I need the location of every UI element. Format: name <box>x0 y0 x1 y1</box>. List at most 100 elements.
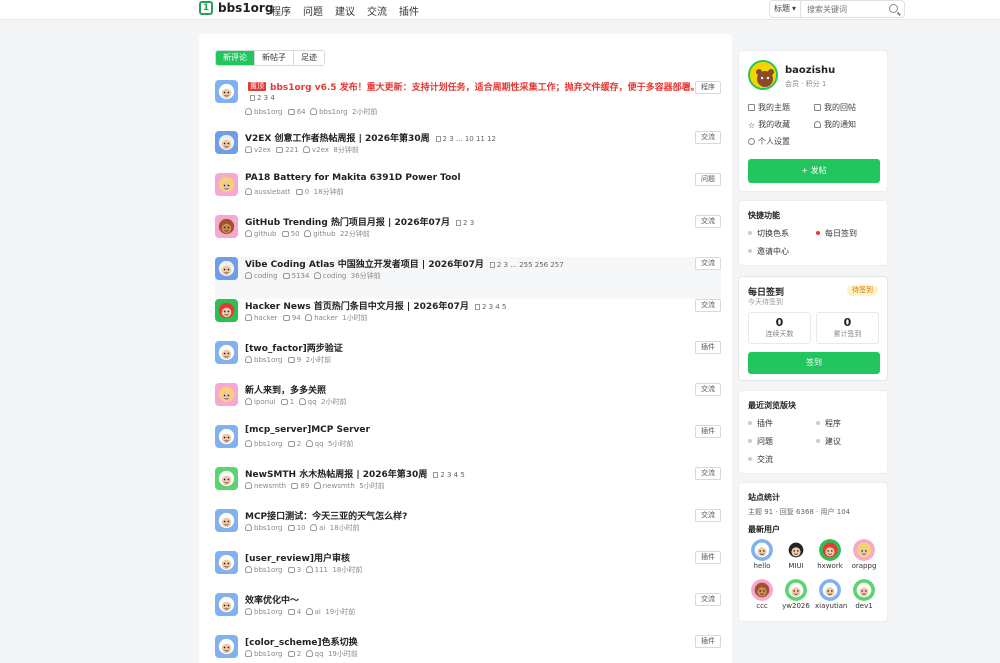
avatar[interactable] <box>215 635 238 658</box>
topic-title[interactable]: GitHub Trending 热门项目月报 | 2026年07月 2 3 <box>245 215 474 228</box>
board-link[interactable]: 插件 <box>748 418 773 429</box>
last-replier-link[interactable]: qq <box>308 398 317 406</box>
brand[interactable]: 1 bbs1org <box>199 1 273 15</box>
topic-title[interactable]: Hacker News 首页热门条目中文月报 | 2026年07月 2 3 4 5 <box>245 299 506 312</box>
tab-footprints[interactable]: 足迹 <box>294 51 324 65</box>
topic-title[interactable]: 效率优化中～ <box>245 593 299 606</box>
author-link[interactable]: aussiebatt <box>254 188 291 196</box>
new-user-name[interactable]: MIUI <box>781 562 811 570</box>
avatar[interactable] <box>215 467 238 490</box>
topic-title[interactable]: PA18 Battery for Makita 6391D Power Tool <box>245 173 461 183</box>
author-link[interactable]: bbs1org <box>254 356 282 364</box>
board-tag[interactable]: 交流 <box>695 131 721 144</box>
topic-row[interactable]: Hacker News 首页热门条目中文月报 | 2026年07月 2 3 4 5… <box>215 299 721 341</box>
author-link[interactable]: iponui <box>254 398 276 406</box>
new-user-name[interactable]: ccc <box>747 602 777 610</box>
topic-title[interactable]: MCP接口测试：今天三亚的天气怎么样? <box>245 509 407 522</box>
author-link[interactable]: v2ex <box>254 146 271 154</box>
board-tag[interactable]: 交流 <box>695 299 721 312</box>
page-links[interactable]: 2 3 4 5 <box>433 471 465 479</box>
new-user[interactable]: hello <box>747 539 777 570</box>
new-user-name[interactable]: dev1 <box>849 602 879 610</box>
author-link[interactable]: bbs1org <box>254 108 282 116</box>
avatar[interactable] <box>215 173 238 196</box>
avatar[interactable] <box>215 299 238 322</box>
page-links[interactable]: 2 3 4 5 <box>474 303 506 311</box>
avatar[interactable] <box>785 539 807 561</box>
checkin-button[interactable]: 签到 <box>748 352 880 374</box>
switch-theme-item[interactable]: 切换色系 <box>748 228 789 239</box>
last-replier-link[interactable]: newsmth <box>323 482 355 490</box>
last-replier-link[interactable]: ai <box>319 524 325 532</box>
topic-title[interactable]: [color_scheme]色系切换 <box>245 635 358 648</box>
board-tag[interactable]: 交流 <box>695 593 721 606</box>
author-link[interactable]: bbs1org <box>254 566 282 574</box>
avatar[interactable] <box>853 539 875 561</box>
board-tag[interactable]: 交流 <box>695 257 721 270</box>
topic-row[interactable]: NewSMTH 水木热帖周报 | 2026年第30周 2 3 4 5 newsmt… <box>215 467 721 509</box>
board-tag[interactable]: 程序 <box>695 81 721 94</box>
author-link[interactable]: bbs1org <box>254 440 282 448</box>
topic-row[interactable]: PA18 Battery for Makita 6391D Power Tool… <box>215 173 721 215</box>
last-replier-link[interactable]: ai <box>315 608 321 616</box>
new-user-name[interactable]: xiayutian <box>815 602 847 610</box>
new-user-name[interactable]: yw2026 <box>781 602 811 610</box>
board-tag[interactable]: 交流 <box>695 467 721 480</box>
avatar[interactable] <box>215 551 238 574</box>
board-link[interactable]: 问题 <box>748 436 773 447</box>
last-replier-link[interactable]: v2ex <box>312 146 329 154</box>
tab-new-posts[interactable]: 新帖子 <box>255 51 294 65</box>
page-links[interactable]: 2 3 <box>456 219 474 227</box>
tab-new-comments[interactable]: 新评论 <box>216 51 255 65</box>
new-post-button[interactable]: + 发帖 <box>748 159 880 183</box>
avatar[interactable] <box>785 579 807 601</box>
board-tag[interactable]: 交流 <box>695 215 721 228</box>
search-icon[interactable] <box>889 4 898 13</box>
last-replier-link[interactable]: qq <box>315 440 324 448</box>
author-link[interactable]: bbs1org <box>254 608 282 616</box>
last-replier-link[interactable]: 111 <box>315 566 328 574</box>
board-tag[interactable]: 插件 <box>695 635 721 648</box>
new-user-name[interactable]: hello <box>747 562 777 570</box>
my-notifications-link[interactable]: 我的通知 <box>814 119 856 130</box>
new-user[interactable]: MIUI <box>781 539 811 570</box>
last-replier-link[interactable]: coding <box>323 272 346 280</box>
avatar[interactable] <box>215 131 238 154</box>
board-link[interactable]: 建议 <box>816 436 841 447</box>
nav-item[interactable]: 问题 <box>303 3 323 18</box>
topic-row[interactable]: 效率优化中～ bbs1org 4 ai 19小时前 交流 <box>215 593 721 635</box>
avatar[interactable] <box>215 341 238 364</box>
my-favorites-link[interactable]: ☆ 我的收藏 <box>748 119 790 130</box>
board-tag[interactable]: 插件 <box>695 551 721 564</box>
board-tag[interactable]: 插件 <box>695 425 721 438</box>
user-name[interactable]: baozishu <box>785 65 835 76</box>
board-tag[interactable]: 交流 <box>695 509 721 522</box>
topic-title[interactable]: [mcp_server]MCP Server <box>245 425 370 435</box>
new-user[interactable]: ccc <box>747 579 777 610</box>
topic-title[interactable]: 新人来到，多多关照 <box>245 383 326 396</box>
avatar[interactable] <box>748 60 778 90</box>
page-links[interactable]: 2 3 ... 255 256 257 <box>489 261 564 269</box>
author-link[interactable]: github <box>254 230 276 238</box>
topic-title[interactable]: [user_review]用户审核 <box>245 551 350 564</box>
topic-row[interactable]: [user_review]用户审核 bbs1org 3 111 18小时前 插件 <box>215 551 721 593</box>
new-user[interactable]: xiayutian <box>815 579 847 610</box>
avatar[interactable] <box>215 593 238 616</box>
page-links[interactable]: 2 3 ... 10 11 12 <box>435 135 496 143</box>
nav-item[interactable]: 建议 <box>335 3 355 18</box>
board-link[interactable]: 交流 <box>748 454 773 465</box>
topic-title[interactable]: V2EX 创意工作者热帖周报 | 2026年第30周 2 3 ... 10 11 … <box>245 131 496 144</box>
topic-title[interactable]: Vibe Coding Atlas 中国独立开发者项目 | 2026年07月 2 … <box>245 257 564 270</box>
topic-row[interactable]: V2EX 创意工作者热帖周报 | 2026年第30周 2 3 ... 10 11 … <box>215 131 721 173</box>
topic-row[interactable]: [color_scheme]色系切换 bbs1org 2 qq 19小时前 插件 <box>215 635 721 663</box>
my-topics-link[interactable]: 我的主题 <box>748 102 790 113</box>
avatar[interactable] <box>215 509 238 532</box>
nav-item[interactable]: 程序 <box>271 3 291 18</box>
nav-item[interactable]: 交流 <box>367 3 387 18</box>
new-user-name[interactable]: orappg <box>849 562 879 570</box>
last-replier-link[interactable]: github <box>313 230 335 238</box>
last-replier-link[interactable]: hacker <box>314 314 338 322</box>
daily-checkin-item[interactable]: 每日签到 <box>816 228 857 239</box>
avatar[interactable] <box>819 539 841 561</box>
new-user-name[interactable]: hxwork <box>815 562 845 570</box>
